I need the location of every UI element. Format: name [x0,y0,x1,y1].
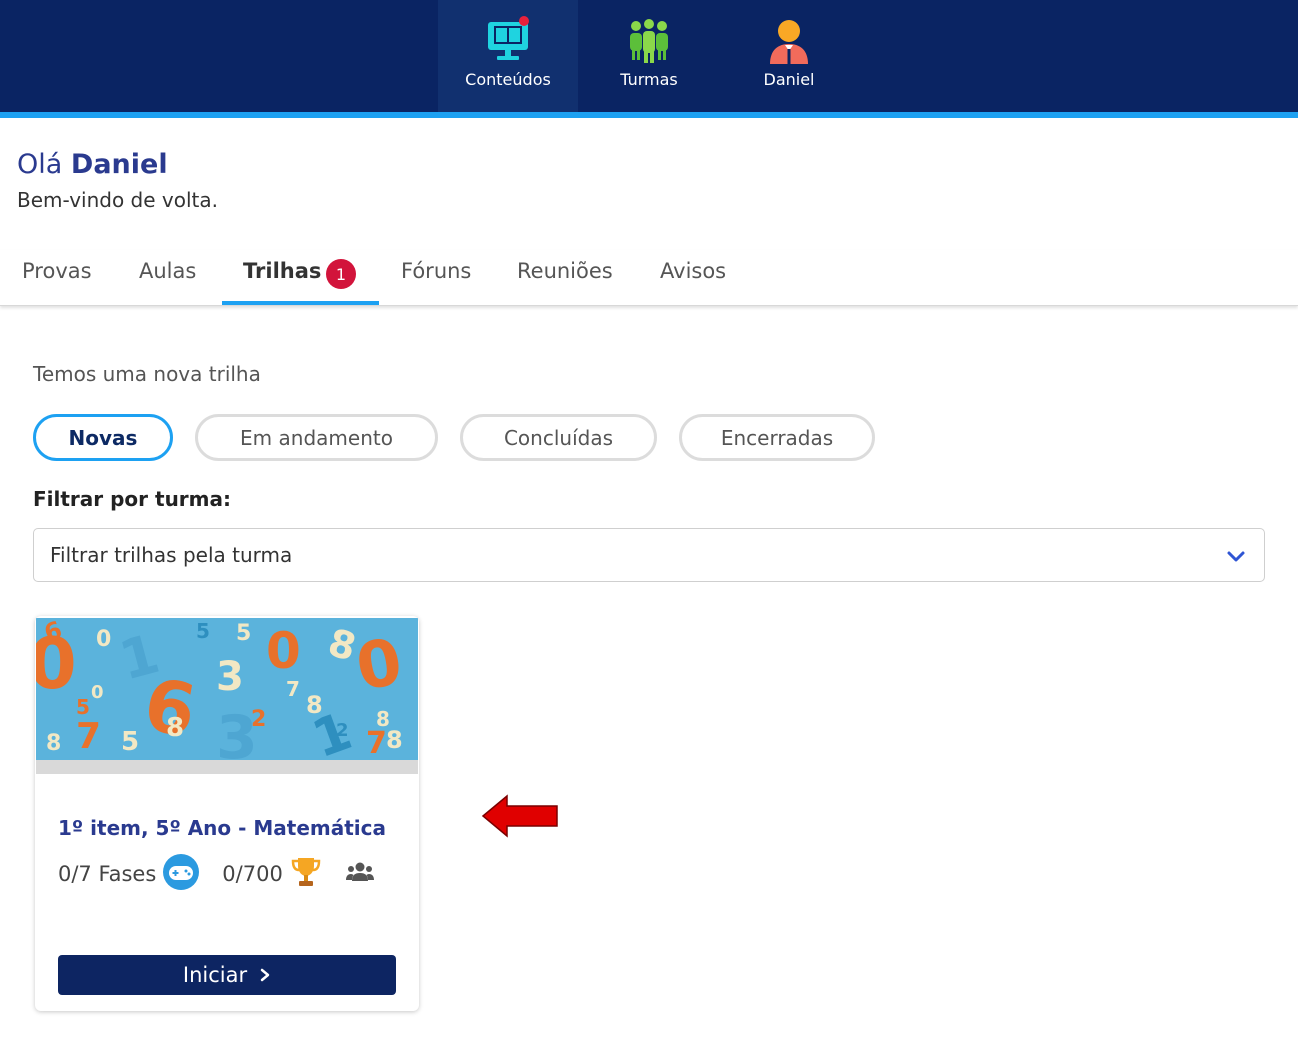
nav-conteudos[interactable]: Conteúdos [438,0,578,112]
svg-text:8: 8 [166,713,184,743]
active-tab-indicator [222,301,379,305]
svg-text:5: 5 [196,619,210,643]
svg-text:5: 5 [121,727,139,757]
svg-text:7: 7 [76,716,101,757]
tab-aulas[interactable]: Aulas [139,259,196,283]
content-tabs: Provas Aulas Trilhas Fóruns Reuniões Avi… [0,250,1298,306]
trail-title: 1º item, 5º Ano - Matemática [58,816,387,840]
numbers-cover-image: 0 6 0 1 6 3 5 5 0 8 0 5 0 8 7 5 8 3 8 1 … [36,618,418,760]
start-button-label: Iniciar [182,963,248,987]
gamepad-icon [162,853,200,896]
trilhas-count-badge: 1 [326,259,356,289]
group-people-icon [624,18,674,64]
greeting-heading: Olá Daniel [17,149,168,180]
greeting-name: Daniel [70,149,168,180]
svg-text:0: 0 [266,622,301,680]
navbar-accent-line [0,112,1298,118]
nav-label: Daniel [763,70,815,89]
class-filter-select[interactable]: Filtrar trilhas pela turma [33,528,1265,582]
filter-pill-em-andamento[interactable]: Em andamento [195,414,438,461]
svg-text:2: 2 [336,720,349,741]
top-navbar: Conteúdos Turmas Daniel [0,0,1298,112]
trophy-icon [289,855,323,894]
filter-pill-concluidas[interactable]: Concluídas [460,414,657,461]
tab-avisos[interactable]: Avisos [660,259,726,283]
points-count: 0/700 [222,862,283,886]
trail-stats: 0/7 Fases 0/700 [58,853,375,890]
chevron-down-icon [1226,547,1246,567]
monitor-book-icon [483,16,533,64]
nav-turmas[interactable]: Turmas [579,0,719,112]
select-placeholder: Filtrar trilhas pela turma [50,543,293,567]
filter-pill-encerradas[interactable]: Encerradas [679,414,875,461]
phases-count: 0/7 Fases [58,862,157,886]
svg-text:8: 8 [46,731,61,756]
svg-text:5: 5 [236,621,251,646]
nav-profile[interactable]: Daniel [719,0,859,112]
nav-label: Turmas [620,70,678,89]
trail-card[interactable]: 0 6 0 1 6 3 5 5 0 8 0 5 0 8 7 5 8 3 8 1 … [35,616,419,1011]
notification-dot [519,16,529,26]
tab-foruns[interactable]: Fóruns [401,259,471,283]
intro-text: Temos uma nova trilha [33,362,261,386]
tab-trilhas[interactable]: Trilhas [243,259,321,283]
card-image-strip [36,760,418,774]
greeting-hello: Olá [17,149,63,180]
filter-label: Filtrar por turma: [33,487,231,511]
svg-text:7: 7 [286,677,300,701]
filter-pill-novas[interactable]: Novas [33,414,173,461]
svg-text:8: 8 [386,726,403,754]
chevron-right-icon [259,963,271,987]
nav-label: Conteúdos [465,70,551,89]
tab-provas[interactable]: Provas [22,259,92,283]
start-button[interactable]: Iniciar [58,955,396,995]
svg-text:3: 3 [216,654,244,700]
svg-text:0: 0 [91,682,104,703]
welcome-text: Bem-vindo de volta. [17,188,218,212]
tab-reunioes[interactable]: Reuniões [517,259,613,283]
users-icon [345,860,375,889]
red-arrow-icon [481,793,559,839]
svg-text:7: 7 [366,726,387,760]
svg-text:2: 2 [251,707,266,732]
svg-text:0: 0 [96,627,111,652]
user-avatar-icon [764,18,814,64]
